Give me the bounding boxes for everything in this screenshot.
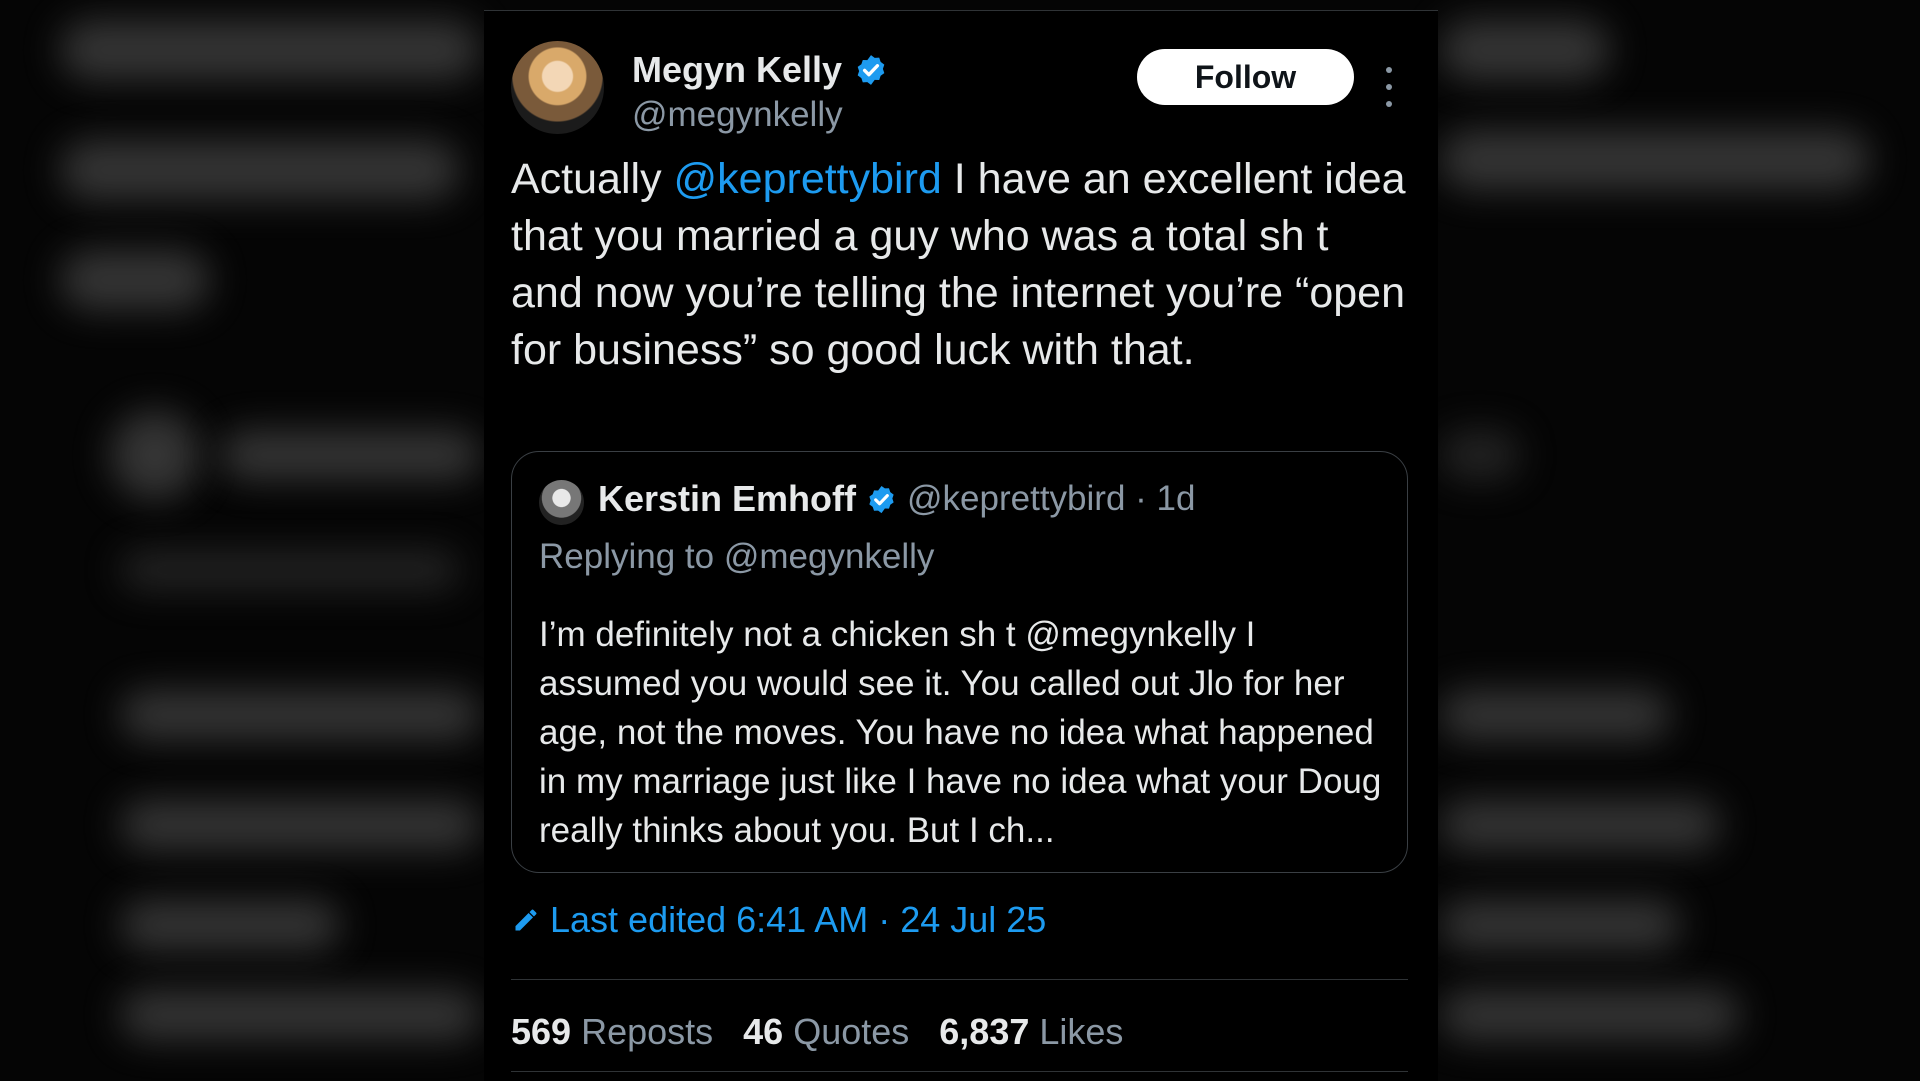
tweet-text-prefix: Actually — [511, 155, 674, 203]
likes-count: 6,837 — [939, 1011, 1030, 1052]
verified-badge-icon — [869, 485, 894, 513]
author-name[interactable]: Megyn Kelly — [632, 49, 842, 91]
verified-badge-icon — [857, 55, 885, 85]
pencil-icon — [515, 909, 537, 931]
quoted-tweet[interactable]: Kerstin Emhoff @keprettybird · 1d Replyi… — [511, 451, 1408, 873]
tweet-text: Actually @keprettybird I have an excelle… — [511, 151, 1411, 379]
follow-button[interactable]: Follow — [1137, 49, 1354, 105]
engagement-stats: 569 Reposts 46 Quotes 6,837 Likes — [511, 1011, 1123, 1053]
more-options-icon[interactable] — [1382, 67, 1396, 107]
quoted-handle-time[interactable]: @keprettybird · 1d — [907, 479, 1195, 519]
divider — [511, 979, 1408, 980]
last-edited-label: Last edited 6:41 AM · 24 Jul 25 — [550, 899, 1047, 940]
author-avatar[interactable] — [511, 41, 604, 134]
reposts-count: 569 — [511, 1011, 572, 1052]
mention-link[interactable]: @keprettybird — [674, 155, 942, 203]
likes-stat[interactable]: 6,837 Likes — [939, 1011, 1123, 1053]
author-name-row: Megyn Kelly — [632, 49, 888, 91]
reposts-stat[interactable]: 569 Reposts — [511, 1011, 713, 1053]
reposts-label: Reposts — [581, 1011, 714, 1052]
tweet-card: Megyn Kelly @megynkelly Follow Actually … — [484, 10, 1438, 1081]
quoted-author-avatar[interactable] — [539, 480, 584, 525]
likes-label: Likes — [1039, 1011, 1124, 1052]
last-edited-link[interactable]: Last edited 6:41 AM · 24 Jul 25 — [512, 899, 1046, 941]
divider — [511, 1071, 1408, 1072]
quoted-text: I’m definitely not a chicken sh t @megyn… — [539, 615, 1392, 850]
author-handle[interactable]: @megynkelly — [632, 95, 843, 135]
quotes-label: Quotes — [793, 1011, 910, 1052]
quoted-author-name[interactable]: Kerstin Emhoff — [598, 478, 856, 520]
quotes-stat[interactable]: 46 Quotes — [743, 1011, 909, 1053]
quoted-header: Kerstin Emhoff @keprettybird · 1d — [598, 478, 1195, 520]
replying-to: Replying to @megynkelly — [539, 537, 935, 576]
quotes-count: 46 — [743, 1011, 784, 1052]
